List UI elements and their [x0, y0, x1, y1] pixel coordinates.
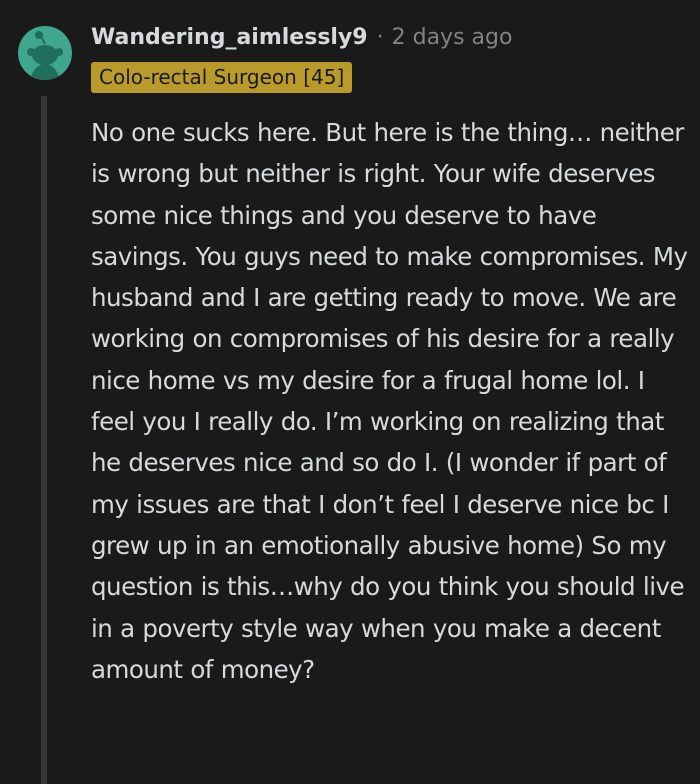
thread-collapse-line[interactable]	[41, 96, 47, 784]
meta-separator: ·	[376, 24, 384, 50]
avatar[interactable]	[18, 26, 72, 80]
comment-body: No one sucks here. But here is the thing…	[91, 118, 688, 684]
timestamp-link[interactable]: 2 days ago	[392, 25, 513, 50]
snoo-avatar-icon	[27, 31, 63, 80]
comment-meta: Wandering_aimlessly9 · 2 days ago	[91, 22, 512, 52]
user-flair-badge: Colo-rectal Surgeon [45]	[91, 62, 353, 93]
username-link[interactable]: Wandering_aimlessly9	[91, 25, 368, 50]
comment: Wandering_aimlessly9 · 2 days ago Colo-r…	[0, 0, 700, 784]
